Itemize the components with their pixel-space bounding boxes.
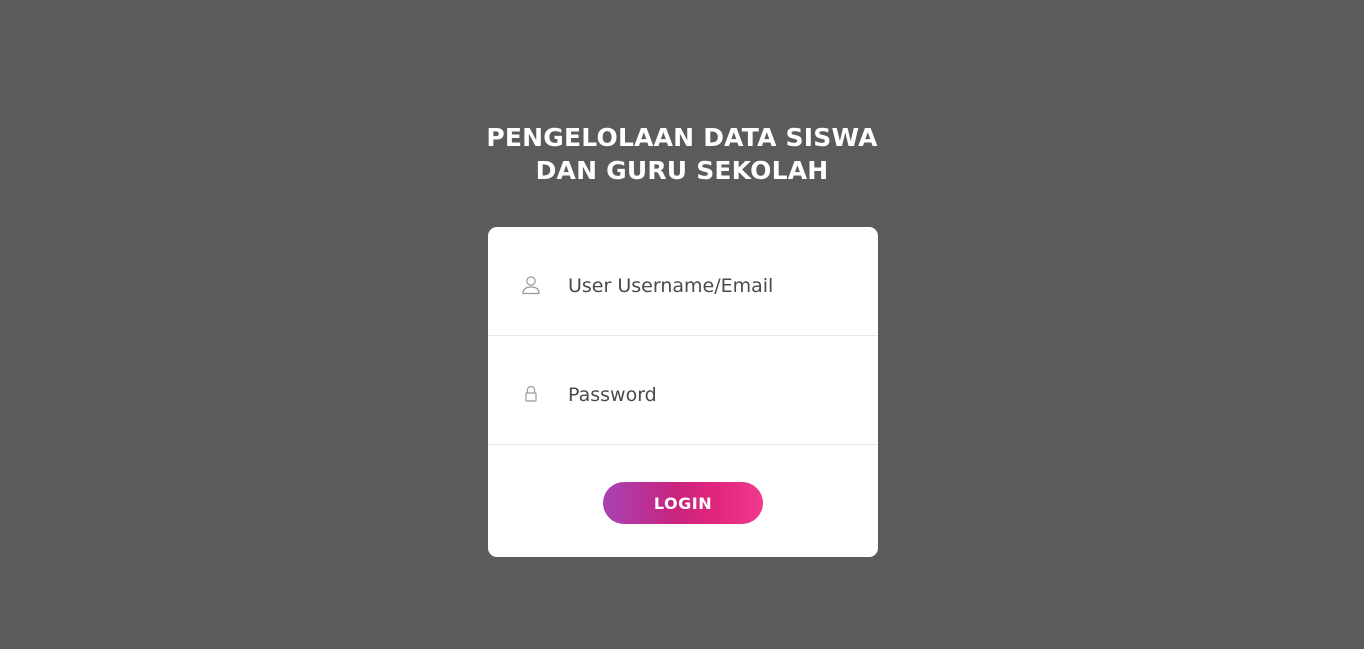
password-row [488,336,878,445]
login-form: LOGIN [488,227,878,557]
login-button[interactable]: LOGIN [603,482,763,524]
page-title: PENGELOLAAN DATA SISWA DAN GURU SEKOLAH [0,121,1364,187]
username-input[interactable] [568,269,848,303]
login-button-area: LOGIN [488,445,878,557]
user-icon [521,275,541,295]
password-input[interactable] [568,378,848,412]
page-title-line-1: PENGELOLAAN DATA SISWA [486,123,878,152]
username-row [488,227,878,336]
page-title-line-2: DAN GURU SEKOLAH [535,156,829,185]
login-page: PENGELOLAAN DATA SISWA DAN GURU SEKOLAH [0,0,1364,649]
lock-icon [521,384,541,404]
